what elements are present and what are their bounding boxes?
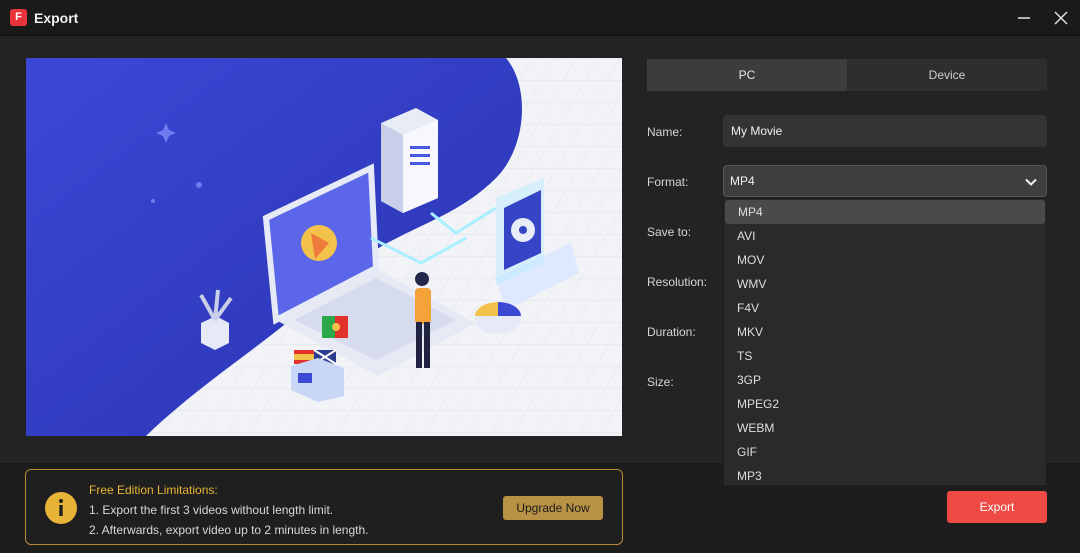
format-option-mov[interactable]: MOV: [724, 248, 1046, 272]
export-content: PC Device Name: Format: MP4 Save to: Res…: [0, 36, 1080, 486]
notice-line-1: 1. Export the first 3 videos without len…: [89, 503, 334, 517]
export-button[interactable]: Export: [947, 491, 1047, 523]
format-option-mkv[interactable]: MKV: [724, 320, 1046, 344]
resolution-label: Resolution:: [647, 275, 708, 289]
duration-label: Duration:: [647, 325, 696, 339]
minimize-button[interactable]: [1011, 6, 1037, 30]
export-illustration: [26, 58, 622, 436]
format-option-mpeg2[interactable]: MPEG2: [724, 392, 1046, 416]
export-target-tabs: PC Device: [647, 59, 1047, 91]
upgrade-now-button[interactable]: Upgrade Now: [503, 496, 603, 520]
format-option-wmv[interactable]: WMV: [724, 272, 1046, 296]
info-icon: [45, 492, 77, 524]
window-title: Export: [34, 10, 79, 26]
format-label: Format:: [647, 175, 689, 189]
format-option-avi[interactable]: AVI: [724, 224, 1046, 248]
free-edition-notice: Free Edition Limitations: 1. Export the …: [25, 469, 623, 545]
name-label: Name:: [647, 125, 683, 139]
format-option-f4v[interactable]: F4V: [724, 296, 1046, 320]
format-option-ts[interactable]: TS: [724, 344, 1046, 368]
format-selected-value: MP4: [730, 174, 755, 188]
format-select[interactable]: MP4: [723, 165, 1047, 197]
close-button[interactable]: [1048, 6, 1074, 30]
format-option-gif[interactable]: GIF: [724, 440, 1046, 464]
notice-line-2: 2. Afterwards, export video up to 2 minu…: [89, 523, 369, 537]
title-bar: F Export: [0, 0, 1080, 36]
close-icon: [1054, 11, 1068, 25]
format-option-mp4[interactable]: MP4: [725, 200, 1045, 224]
minimize-icon: [1018, 17, 1030, 19]
tab-pc[interactable]: PC: [647, 59, 847, 91]
format-option-mp3[interactable]: MP3: [724, 464, 1046, 488]
size-label: Size:: [647, 375, 674, 389]
tab-device[interactable]: Device: [847, 59, 1047, 91]
format-option-3gp[interactable]: 3GP: [724, 368, 1046, 392]
name-field[interactable]: [723, 115, 1047, 147]
notice-title: Free Edition Limitations:: [89, 483, 218, 497]
name-input[interactable]: [731, 124, 1047, 138]
format-dropdown-list: MP4 AVI MOV WMV F4V MKV TS 3GP MPEG2 WEB…: [723, 198, 1047, 486]
app-logo-icon: F: [10, 9, 27, 26]
chevron-down-icon: [1025, 178, 1037, 186]
save-to-label: Save to:: [647, 225, 692, 239]
format-option-webm[interactable]: WEBM: [724, 416, 1046, 440]
